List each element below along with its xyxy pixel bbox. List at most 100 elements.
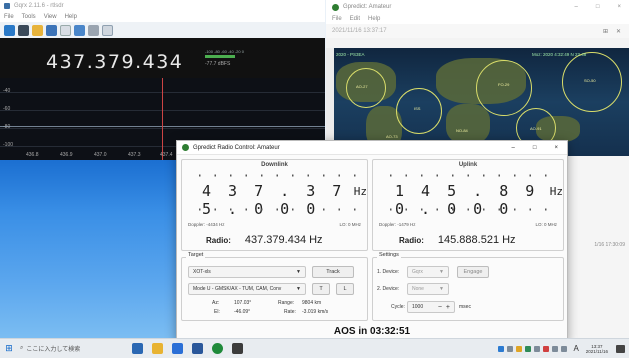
minimize-icon[interactable]: – <box>512 145 515 151</box>
digit-down-buttons[interactable] <box>192 208 357 211</box>
module-options-icon[interactable]: ⊞ <box>603 28 608 35</box>
radio-titlebar[interactable]: Gpredict Radio Control: Amateur – □ × <box>177 141 567 155</box>
cycle-input[interactable]: 1000 − + <box>407 301 455 313</box>
increment-icon[interactable]: + <box>446 304 450 311</box>
folder-icon[interactable] <box>32 24 43 36</box>
decrement-icon[interactable]: − <box>438 304 442 311</box>
settings-title: Settings <box>377 252 401 258</box>
close-icon[interactable]: × <box>554 145 558 151</box>
aos-countdown: AOS in 03:32:51 <box>333 326 411 337</box>
digit-down-buttons[interactable] <box>383 208 553 211</box>
fullscreen-icon[interactable] <box>102 24 113 36</box>
x-label: 437.0 <box>94 152 107 158</box>
y-label: -60 <box>3 106 11 112</box>
save-icon[interactable] <box>46 24 57 36</box>
tune-button[interactable]: T <box>312 283 330 295</box>
transponder-select[interactable]: Mode U - GMSK/AX - TUM, CAM, Conv ▼ <box>188 283 306 295</box>
downlink-frequency-digits[interactable]: 4 3 7 . 3 7 5 . 0 0 0 Hz <box>182 182 367 218</box>
gpredict-app-icon <box>332 3 339 11</box>
menu-file[interactable]: File <box>332 16 342 22</box>
file-explorer-icon[interactable] <box>152 343 163 354</box>
gpredict-menubar: File Edit Help <box>326 14 629 24</box>
satellite-label[interactable]: ISS <box>414 106 420 111</box>
windows-start-icon[interactable]: ⊞ <box>0 343 18 354</box>
word-icon[interactable] <box>192 343 203 354</box>
y-label: -100 <box>3 142 14 148</box>
range-value: 9804 km <box>302 300 322 306</box>
track-button[interactable]: Track <box>312 266 354 278</box>
gpredict-titlebar[interactable]: Gpredict: Amateur – □ × <box>326 0 629 14</box>
windows-taskbar: ⊞ ⌕ ここに入力して検索 A 13:37 2021/11/16 <box>0 338 629 358</box>
satellite-label[interactable]: SO-50 <box>584 78 596 83</box>
device2-select[interactable]: None ▼ <box>407 283 449 295</box>
maximize-icon[interactable]: □ <box>596 4 600 10</box>
ime-indicator[interactable]: A <box>573 344 578 353</box>
play-icon[interactable] <box>4 24 15 36</box>
module-close-icon[interactable]: ✕ <box>616 28 621 35</box>
tray-icon[interactable] <box>507 345 514 352</box>
map-label: 2020 - PS3EA <box>336 52 365 57</box>
rate-label: Rate: <box>284 309 296 315</box>
downlink-lo: LO: 0 MHz <box>339 222 361 227</box>
task-view-icon[interactable] <box>132 343 143 354</box>
tray-icon[interactable] <box>516 345 523 352</box>
menu-view[interactable]: View <box>44 14 57 20</box>
digit-up-buttons[interactable] <box>192 174 357 177</box>
menu-edit[interactable]: Edit <box>350 16 360 22</box>
target-group: Target XOT-xls ▼ Track Mode U - GMSK/AX -… <box>181 252 368 321</box>
menu-file[interactable]: File <box>4 14 14 20</box>
device-icon[interactable] <box>18 24 29 36</box>
signal-meter: -100 -80 -60 -40 -20 0 -77.7 dBFS <box>205 49 283 69</box>
downlink-radio-readout: Radio: 437.379.434 Hz <box>206 234 323 246</box>
satellite-label[interactable]: AO-73 <box>386 134 398 139</box>
network-icon[interactable] <box>552 345 559 352</box>
target-title: Target <box>186 252 206 258</box>
taskbar-search[interactable]: ⌕ ここに入力して検索 <box>18 344 114 353</box>
tray-icon[interactable] <box>498 345 505 352</box>
chevron-down-icon: ▼ <box>296 269 301 275</box>
device1-select[interactable]: Gqrx ▼ <box>407 266 449 278</box>
minimize-icon[interactable]: – <box>575 4 578 10</box>
menu-help[interactable]: Help <box>65 14 77 20</box>
tools-icon[interactable] <box>88 24 99 36</box>
search-icon: ⌕ <box>20 345 24 351</box>
system-tray: A 13:37 2021/11/16 <box>498 344 629 354</box>
uplink-frame: Uplink 1 4 5 . 8 9 0 . 0 0 0 Hz Doppler:… <box>372 159 564 251</box>
chevron-down-icon: ▼ <box>439 269 444 275</box>
satellite-label[interactable]: FO-29 <box>498 82 509 87</box>
tray-icon[interactable] <box>543 345 550 352</box>
uplink-frequency-digits[interactable]: 1 4 5 . 8 9 0 . 0 0 0 Hz <box>373 182 563 218</box>
gpredict-taskbar-icon[interactable] <box>212 343 223 354</box>
close-icon[interactable]: × <box>617 4 621 10</box>
menu-tools[interactable]: Tools <box>22 14 36 20</box>
gqrx-taskbar-icon[interactable] <box>232 343 243 354</box>
uplink-title: Uplink <box>458 162 478 168</box>
digit-up-buttons[interactable] <box>383 174 553 177</box>
gqrx-titlebar[interactable]: Gqrx 2.11.6 - rtlsdr <box>0 0 325 12</box>
lock-button[interactable]: L <box>336 283 354 295</box>
satellite-label[interactable]: NO-84 <box>456 128 468 133</box>
engage-button[interactable]: Engage <box>457 266 489 278</box>
edge-icon[interactable] <box>172 343 183 354</box>
downlink-doppler: Doppler: -4434 Hz <box>188 222 225 227</box>
satellite-label[interactable]: AO-27 <box>356 84 368 89</box>
tray-icon[interactable] <box>525 345 532 352</box>
satellite-label[interactable]: AO-91 <box>530 126 542 131</box>
uplink-doppler: Doppler: -1479 Hz <box>379 222 416 227</box>
tray-icon[interactable] <box>534 345 541 352</box>
settings-icon[interactable] <box>60 24 71 36</box>
gqrx-menubar: File Tools View Help <box>0 12 325 22</box>
menu-help[interactable]: Help <box>368 16 380 22</box>
screenshot-icon[interactable] <box>74 24 85 36</box>
frequency-readout[interactable]: 437.379.434 <box>46 51 183 73</box>
volume-icon[interactable] <box>561 345 568 352</box>
next-event-time: 1/16 17:30:09 <box>594 242 625 248</box>
maximize-icon[interactable]: □ <box>533 145 537 151</box>
gpredict-title: Gpredict: Amateur <box>343 4 392 10</box>
notification-icon[interactable] <box>616 344 625 353</box>
taskbar-clock[interactable]: 13:37 2021/11/16 <box>586 344 608 354</box>
el-value: -46.09° <box>234 309 251 315</box>
clock-date: 2021/11/16 <box>585 348 608 354</box>
tuning-marker[interactable] <box>162 78 163 160</box>
satellite-select[interactable]: XOT-xls ▼ <box>188 266 306 278</box>
